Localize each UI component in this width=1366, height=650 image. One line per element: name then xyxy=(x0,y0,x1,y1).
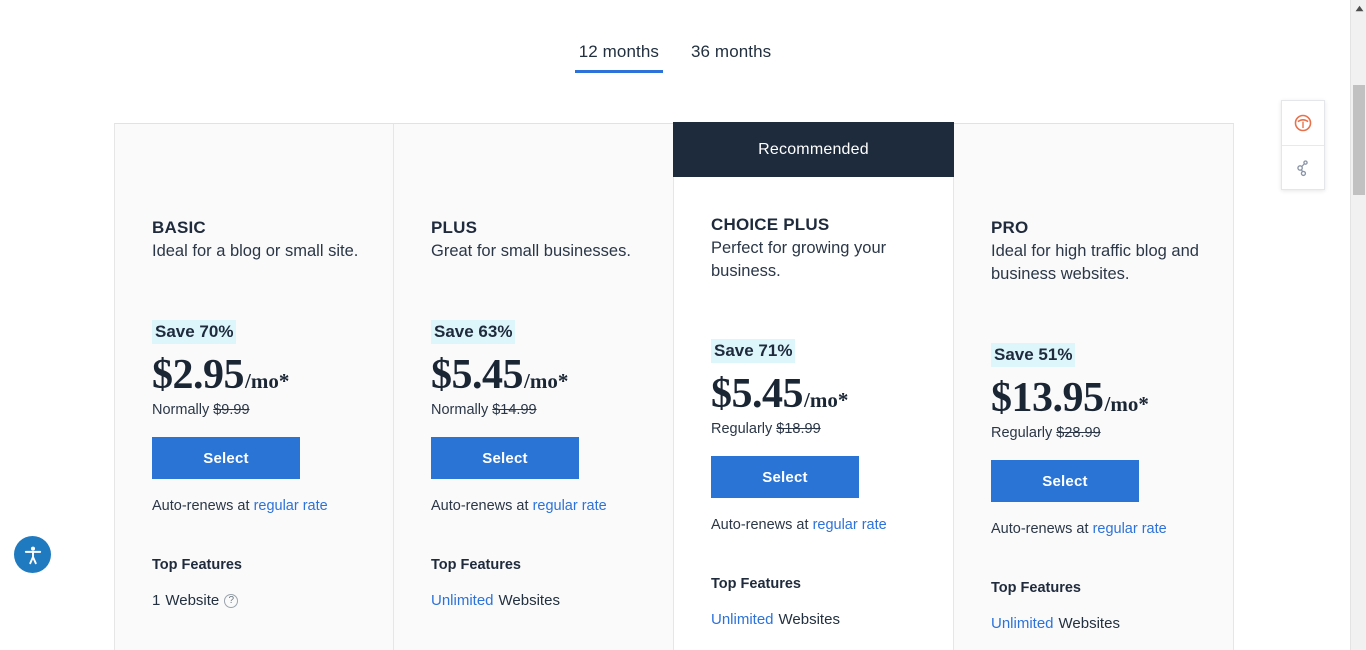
feature-item: Unlimited Websites xyxy=(431,591,653,610)
features-title: Top Features xyxy=(711,576,801,592)
plan-name: PRO xyxy=(991,218,1029,237)
floating-share-button[interactable] xyxy=(1282,145,1324,189)
compare-price: $18.99 xyxy=(776,421,821,437)
price-period: /mo* xyxy=(524,369,569,393)
compare-price-row: Normally $9.99 xyxy=(152,401,373,419)
plan-description: Great for small businesses. xyxy=(431,242,631,260)
autorenew-text: Auto-renews at xyxy=(152,498,250,514)
plan-description: Ideal for a blog or small site. xyxy=(152,242,359,260)
plan-card-choice-plus: Recommended CHOICE PLUS Perfect for grow… xyxy=(673,122,954,650)
avatar-face-icon xyxy=(1294,114,1312,132)
compare-price: $28.99 xyxy=(1056,425,1101,441)
feature-label: Website xyxy=(165,592,220,609)
save-badge-row: Save 51% xyxy=(991,343,1213,368)
select-button[interactable]: Select xyxy=(991,460,1139,502)
autorenew-text: Auto-renews at xyxy=(431,498,529,514)
regular-rate-link[interactable]: regular rate xyxy=(533,498,607,514)
autorenew-text: Auto-renews at xyxy=(991,521,1089,537)
save-badge: Save 71% xyxy=(711,339,796,363)
select-button[interactable]: Select xyxy=(152,437,300,479)
scrollbar-thumb[interactable] xyxy=(1353,85,1365,195)
save-badge: Save 51% xyxy=(991,343,1076,367)
feature-highlight: Unlimited xyxy=(991,615,1054,632)
price-amount: $2.95 xyxy=(152,352,245,398)
feature-label: Websites xyxy=(1058,615,1120,632)
tab-36-months[interactable]: 36 months xyxy=(687,42,775,70)
feature-highlight: 1 xyxy=(152,592,161,609)
price-period: /mo* xyxy=(804,388,849,412)
compare-prefix: Normally xyxy=(431,402,489,418)
price-row: $5.45 /mo* xyxy=(711,372,933,416)
save-badge: Save 63% xyxy=(431,320,516,344)
plan-name: PLUS xyxy=(431,218,478,237)
accessibility-widget-button[interactable] xyxy=(14,536,51,573)
compare-price-row: Regularly $28.99 xyxy=(991,424,1213,442)
compare-prefix: Regularly xyxy=(711,421,773,437)
save-badge-row: Save 70% xyxy=(152,320,373,345)
plan-card-basic: BASIC Ideal for a blog or small site. Sa… xyxy=(114,123,394,650)
accessibility-person-icon xyxy=(24,546,41,564)
compare-prefix: Normally xyxy=(152,402,210,418)
plan-description: Perfect for growing your business. xyxy=(711,239,887,280)
feature-highlight: Unlimited xyxy=(431,592,494,609)
price-amount: $5.45 xyxy=(431,352,524,398)
floating-tool-panel xyxy=(1281,100,1325,190)
compare-prefix: Regularly xyxy=(991,425,1053,441)
price-row: $5.45 /mo* xyxy=(431,353,653,397)
plan-name: CHOICE PLUS xyxy=(711,215,830,234)
select-button[interactable]: Select xyxy=(711,456,859,498)
price-period: /mo* xyxy=(245,369,290,393)
feature-item: Unlimited Websites xyxy=(711,610,933,629)
feature-label: Websites xyxy=(778,611,840,628)
plan-card-pro: PRO Ideal for high traffic blog and busi… xyxy=(954,123,1234,650)
share-nodes-icon xyxy=(1297,159,1308,176)
compare-price: $14.99 xyxy=(492,402,537,418)
tab-12-months[interactable]: 12 months xyxy=(574,42,663,73)
plan-card-grid: BASIC Ideal for a blog or small site. Sa… xyxy=(114,122,1234,650)
feature-item: Unlimited Websites xyxy=(991,614,1213,633)
plan-card-plus: PLUS Great for small businesses. Save 63… xyxy=(394,123,674,650)
pricing-page: 12 months 36 months BASIC Ideal for a bl… xyxy=(0,0,1366,650)
autorenew-note: Auto-renews at regular rate xyxy=(152,497,373,515)
features-title: Top Features xyxy=(991,580,1081,596)
regular-rate-link[interactable]: regular rate xyxy=(1093,521,1167,537)
plan-description: Ideal for high traffic blog and business… xyxy=(991,242,1199,283)
autorenew-text: Auto-renews at xyxy=(711,517,809,533)
features-title: Top Features xyxy=(431,557,521,573)
price-row: $13.95 /mo* xyxy=(991,376,1213,420)
regular-rate-link[interactable]: regular rate xyxy=(813,517,887,533)
price-amount: $5.45 xyxy=(711,371,804,417)
scroll-up-arrow-icon[interactable] xyxy=(1351,0,1366,17)
price-row: $2.95 /mo* xyxy=(152,353,373,397)
recommended-banner: Recommended xyxy=(673,122,954,177)
save-badge: Save 70% xyxy=(152,320,237,344)
save-badge-row: Save 71% xyxy=(711,339,933,364)
compare-price: $9.99 xyxy=(213,402,250,418)
page-scrollbar[interactable] xyxy=(1350,0,1366,650)
compare-price-row: Normally $14.99 xyxy=(431,401,653,419)
features-title: Top Features xyxy=(152,557,242,573)
feature-item: 1 Website ? xyxy=(152,591,373,610)
save-badge-row: Save 63% xyxy=(431,320,653,345)
floating-avatar-button[interactable] xyxy=(1282,101,1324,145)
autorenew-note: Auto-renews at regular rate xyxy=(431,497,653,515)
regular-rate-link[interactable]: regular rate xyxy=(254,498,328,514)
billing-term-tabs: 12 months 36 months xyxy=(0,42,1350,73)
feature-highlight: Unlimited xyxy=(711,611,774,628)
select-button[interactable]: Select xyxy=(431,437,579,479)
price-amount: $13.95 xyxy=(991,375,1104,421)
price-period: /mo* xyxy=(1104,392,1149,416)
plan-name: BASIC xyxy=(152,218,206,237)
feature-label: Websites xyxy=(498,592,560,609)
autorenew-note: Auto-renews at regular rate xyxy=(991,520,1213,538)
compare-price-row: Regularly $18.99 xyxy=(711,420,933,438)
autorenew-note: Auto-renews at regular rate xyxy=(711,516,933,534)
help-circle-icon[interactable]: ? xyxy=(224,593,239,608)
